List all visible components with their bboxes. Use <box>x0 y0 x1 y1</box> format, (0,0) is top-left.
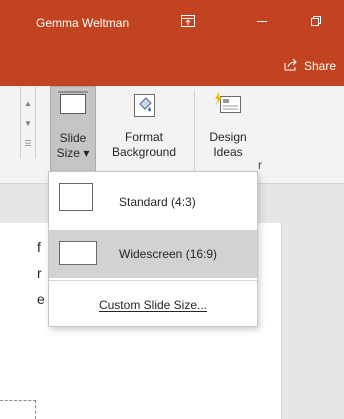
minimize-icon[interactable] <box>252 12 272 30</box>
menu-item-widescreen-label: Widescreen (16:9) <box>119 247 218 261</box>
menu-item-custom-slide-size[interactable]: Custom Slide Size... <box>49 292 257 318</box>
format-background-label-2: Background <box>111 145 177 159</box>
ribbon-tab-row: Share <box>0 48 344 86</box>
group-separator <box>194 90 195 176</box>
standard-slide-icon <box>59 183 93 211</box>
share-icon <box>284 58 298 74</box>
format-background-button[interactable]: Format Background <box>102 86 186 178</box>
ribbon-display-icon[interactable] <box>178 12 198 30</box>
design-ideas-label-2: Ideas <box>213 145 243 159</box>
widescreen-slide-icon <box>59 241 97 265</box>
menu-item-standard-label: Standard (4:3) <box>119 195 196 209</box>
format-background-label-1: Format <box>124 130 163 144</box>
share-label: Share <box>303 59 336 73</box>
title-bar: Gemma Weltman <box>0 0 344 48</box>
share-button[interactable]: Share <box>284 58 336 74</box>
slide-size-menu: Standard (4:3) Widescreen (16:9) Custom … <box>48 171 258 327</box>
menu-item-standard[interactable]: Standard (4:3) <box>49 178 257 226</box>
scroll-down-icon[interactable]: ▼ <box>21 112 35 134</box>
more-icon[interactable]: ☰ <box>21 132 35 154</box>
menu-item-widescreen[interactable]: Widescreen (16:9) <box>49 230 257 278</box>
design-ideas-icon <box>212 90 244 120</box>
slide-size-icon <box>57 91 89 117</box>
slide-size-label-1: Slide <box>59 131 87 145</box>
design-ideas-button[interactable]: Design Ideas <box>202 86 254 178</box>
user-name[interactable]: Gemma Weltman <box>36 16 129 30</box>
content-placeholder[interactable] <box>0 400 36 419</box>
slide-size-label-2: Size ▾ <box>56 146 90 160</box>
menu-separator <box>49 280 257 281</box>
theme-gallery-scrollbar[interactable]: ▲ ▼ ☰ <box>20 86 36 158</box>
custom-slide-size-label: Custom Slide Size... <box>98 298 208 312</box>
format-background-icon <box>128 90 160 120</box>
ribbon: ▲ ▼ ☰ Slide Size ▾ Format Background Des… <box>0 86 344 184</box>
group-label-fragment: r <box>258 158 262 172</box>
scroll-up-icon[interactable]: ▲ <box>21 92 35 114</box>
slide-size-button[interactable]: Slide Size ▾ <box>50 86 96 178</box>
restore-icon[interactable] <box>306 12 326 30</box>
design-ideas-label-1: Design <box>209 130 247 144</box>
